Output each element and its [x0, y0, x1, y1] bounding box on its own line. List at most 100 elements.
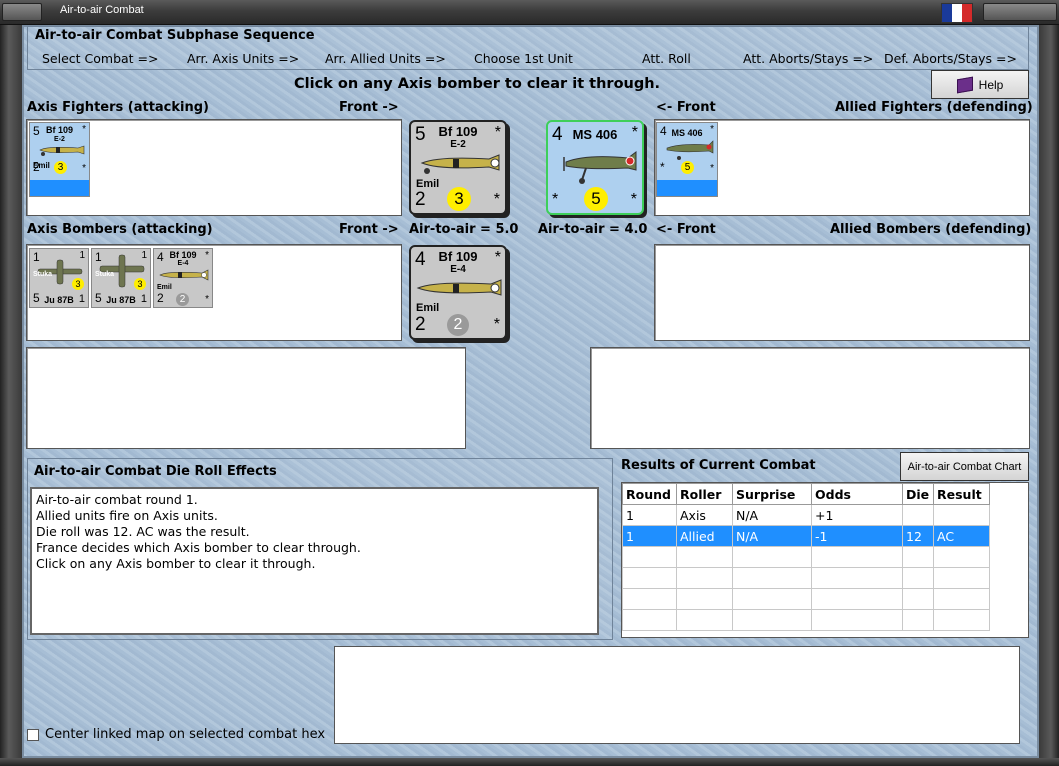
cell-die [902, 504, 934, 526]
col-result[interactable]: Result [933, 483, 990, 505]
big-axis-fighter-card[interactable]: 5 * Bf 109 E-2 Emil 2 3 * [409, 120, 507, 215]
big-card-defense: * [552, 191, 559, 208]
axis-aborted-units-panel[interactable] [26, 347, 466, 449]
counter-selection-bar [657, 180, 717, 196]
counter-defense: 2 [157, 291, 164, 305]
allied-fighters-label: Allied Fighters (defending) [835, 100, 1033, 115]
axis-bombers-label: Axis Bombers (attacking) [27, 222, 213, 237]
left-frame-edge [0, 25, 22, 766]
table-row[interactable]: 1 Axis N/A +1 [622, 504, 990, 526]
big-card-pilot: Emil [416, 302, 440, 314]
counter-star-bottom: * [82, 163, 86, 174]
axis-fighters-label: Axis Fighters (attacking) [27, 100, 209, 115]
allied-fighter-counter-ms406[interactable]: 4 * MS 406 * 5 * [656, 122, 718, 197]
allied-aborted-units-panel[interactable] [590, 347, 1030, 449]
counter-star-bottom: * [205, 294, 209, 305]
cell-round: 1 [622, 504, 677, 526]
big-card-defense: 2 [415, 189, 426, 210]
big-card-star-bottom: * [493, 316, 500, 333]
die-roll-effects-header: Air-to-air Combat Die Roll Effects [34, 464, 277, 479]
cell-round: 1 [622, 525, 677, 547]
cell-odds: +1 [811, 504, 903, 526]
axis-fighters-panel[interactable]: 5 * Bf 109 E-2 Emil 2 3 * [26, 119, 402, 216]
results-table: Round Roller Surprise Odds Die Result 1 … [622, 483, 990, 631]
col-odds[interactable]: Odds [811, 483, 903, 505]
big-axis-bomber-card[interactable]: 4 * Bf 109 E-4 Emil 2 2 * [409, 245, 507, 340]
axis-fighter-counter-bf109-e2[interactable]: 5 * Bf 109 E-2 Emil 2 3 * [29, 122, 90, 197]
big-allied-fighter-card[interactable]: 4 * MS 406 * 5 * [546, 120, 644, 215]
allied-bombers-panel[interactable] [654, 244, 1030, 341]
cell-odds: -1 [811, 525, 903, 547]
axis-bomber-counter-ju87b[interactable]: 1 1 Stuka 3 5 Ju 87B 1 [91, 248, 151, 308]
counter-name: MS 406 [671, 128, 703, 138]
allied-fighters-panel[interactable]: 4 * MS 406 * 5 * [654, 119, 1030, 216]
cell-result [933, 504, 990, 526]
window-title: Air-to-air Combat [60, 4, 144, 16]
table-row-empty[interactable] [622, 567, 990, 589]
right-frame-edge [1039, 25, 1059, 766]
counter-nickname: Stuka [95, 271, 115, 278]
window-menu-button[interactable] [2, 3, 42, 21]
big-card-subtype: E-4 [450, 264, 466, 275]
big-card-defense: 2 [415, 314, 426, 335]
center-map-checkbox[interactable] [27, 728, 39, 741]
big-card-name: Bf 109 [438, 249, 478, 264]
cell-surprise: N/A [732, 525, 812, 547]
results-header: Results of Current Combat [621, 458, 816, 473]
table-row-empty[interactable] [622, 546, 990, 568]
cell-roller: Axis [676, 504, 733, 526]
step-arr-allied-units: Arr. Allied Units => [325, 51, 446, 66]
allied-front-label-2: <- Front [656, 222, 716, 237]
counter-star-bottom: * [710, 163, 714, 174]
step-att-aborts-stays: Att. Aborts/Stays => [743, 51, 874, 66]
bf109-plane-icon [420, 154, 500, 174]
axis-bomber-counter-bf109-e4[interactable]: 4 * Bf 109 E-4 Emil 2 2 * [153, 248, 213, 308]
counter-badge: 3 [54, 161, 67, 174]
col-round[interactable]: Round [622, 483, 677, 505]
results-header-row: Round Roller Surprise Odds Die Result [622, 483, 990, 505]
big-card-star-bottom: * [493, 191, 500, 208]
counter-badge: 3 [134, 278, 146, 290]
effects-line: Air-to-air combat round 1. [36, 492, 198, 507]
axis-front-label-1: Front -> [339, 100, 399, 115]
effects-line: Die roll was 12. AC was the result. [36, 524, 250, 539]
counter-name: Bf 109 [169, 250, 197, 260]
help-button[interactable]: Help [931, 70, 1029, 99]
center-map-option[interactable]: Center linked map on selected combat hex [27, 727, 325, 742]
counter-range-bottom: 1 [140, 293, 147, 305]
air-to-air-combat-chart-button[interactable]: Air-to-air Combat Chart [900, 452, 1029, 481]
table-row-empty[interactable] [622, 609, 990, 631]
counter-badge: 3 [72, 278, 84, 290]
bf109-plane-icon [39, 145, 85, 156]
axis-air-to-air-value: Air-to-air = 5.0 [409, 222, 519, 237]
col-roller[interactable]: Roller [676, 483, 733, 505]
table-row-empty[interactable] [622, 588, 990, 610]
counter-nickname: Stuka [33, 271, 53, 278]
axis-bombers-panel[interactable]: 1 1 Stuka 3 5 Ju 87B 1 1 1 Stuka 3 5 Ju … [26, 244, 402, 341]
cell-die: 12 [902, 525, 934, 547]
allied-front-label-1: <- Front [656, 100, 716, 115]
subphase-sequence: Air-to-air Combat Subphase Sequence Sele… [27, 26, 1029, 70]
step-def-aborts-stays: Def. Aborts/Stays => [884, 51, 1017, 66]
title-bar: Air-to-air Combat [0, 0, 1059, 25]
axis-bomber-counter-ju87b[interactable]: 1 1 Stuka 3 5 Ju 87B 1 [29, 248, 89, 308]
counter-pilot: Emil [157, 284, 172, 291]
big-card-subtype: E-2 [450, 139, 466, 150]
center-map-checkbox-label: Center linked map on selected combat hex [45, 727, 326, 742]
results-table-wrap: Round Roller Surprise Odds Die Result 1 … [621, 482, 1029, 638]
ms406-plane-icon [563, 151, 637, 184]
counter-badge: 5 [681, 161, 694, 174]
close-window-button[interactable] [983, 3, 1057, 21]
big-card-name: Bf 109 [438, 124, 478, 139]
bottom-frame-edge [0, 758, 1059, 766]
col-die[interactable]: Die [902, 483, 934, 505]
step-arr-axis-units: Arr. Axis Units => [187, 51, 300, 66]
effects-line: Allied units fire on Axis units. [36, 508, 218, 523]
table-row-selected[interactable]: 1 Allied N/A -1 12 AC [622, 525, 990, 547]
big-card-badge: 2 [447, 314, 469, 336]
step-att-roll: Att. Roll [642, 51, 691, 66]
col-surprise[interactable]: Surprise [732, 483, 812, 505]
allied-bombers-label: Allied Bombers (defending) [830, 222, 1032, 237]
message-log-box[interactable] [334, 646, 1020, 744]
step-choose-first-unit: Choose 1st Unit [474, 51, 573, 66]
